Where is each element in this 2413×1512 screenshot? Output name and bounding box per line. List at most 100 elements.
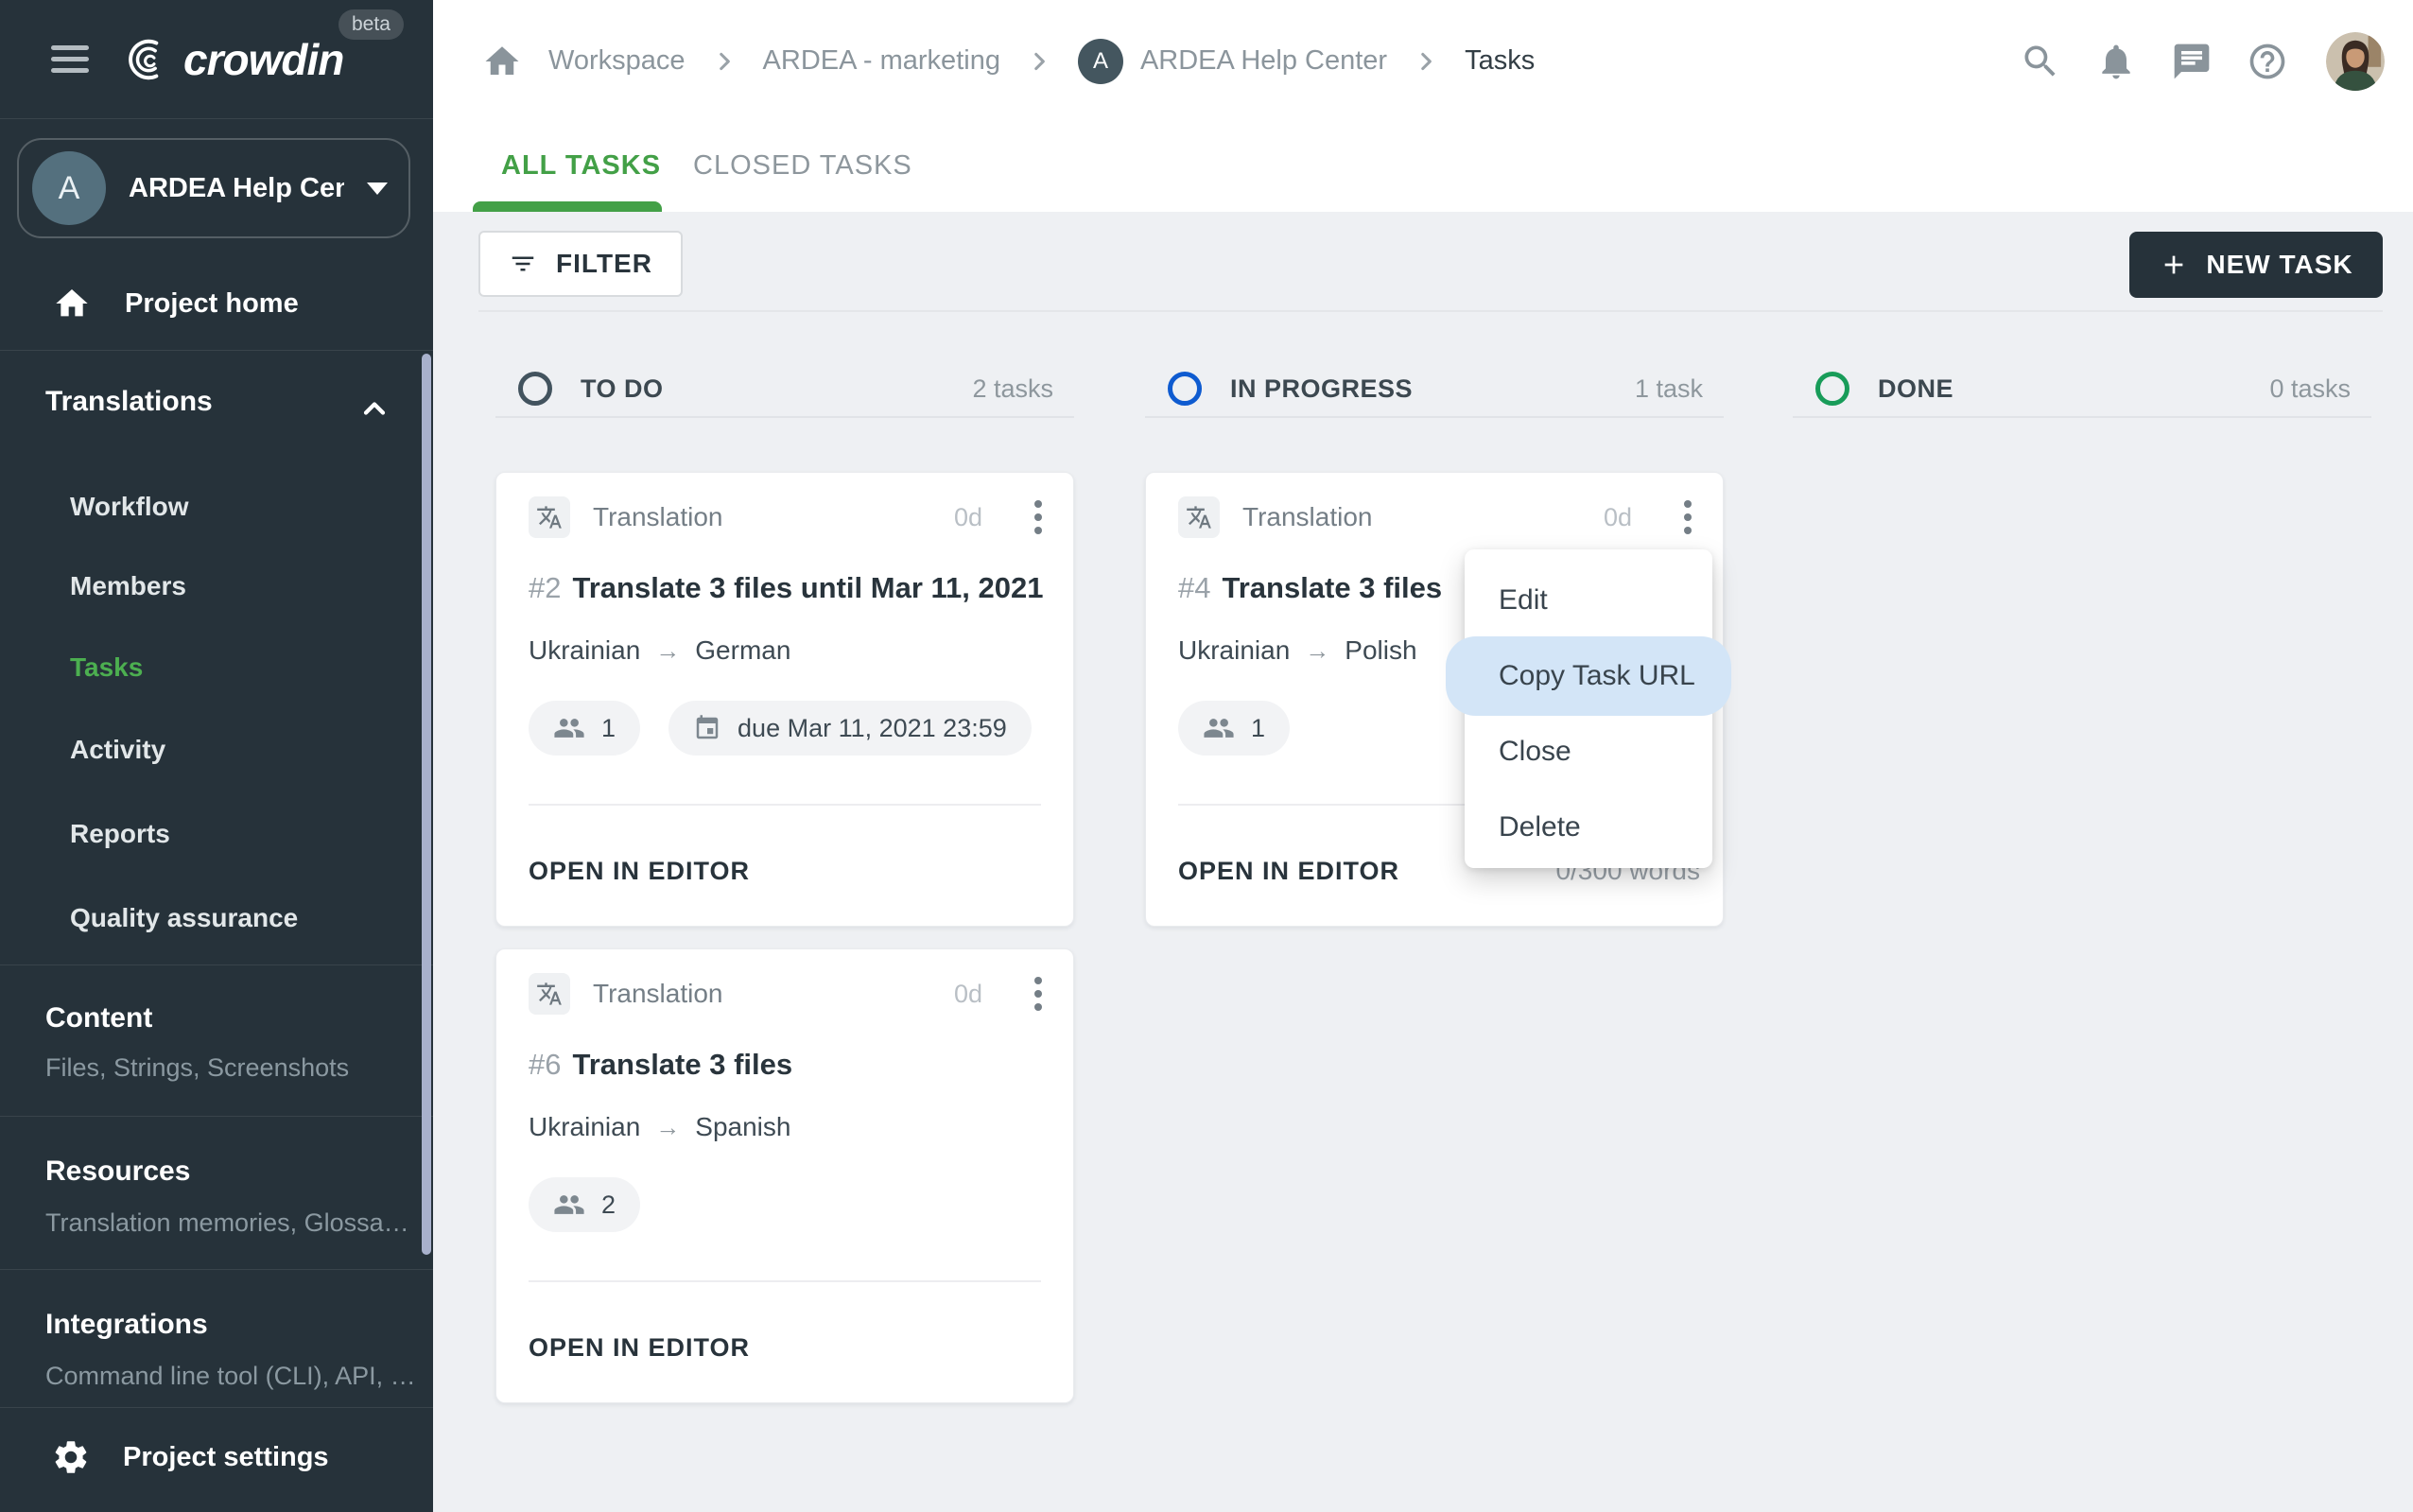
home-icon	[53, 285, 91, 322]
breadcrumb-workspace[interactable]: Workspace	[548, 45, 686, 77]
sidebar-item-tasks[interactable]: Tasks	[70, 652, 143, 683]
task-language-pair: Ukrainian → Spanish	[529, 1112, 790, 1142]
open-in-editor-link[interactable]: OPEN IN EDITOR	[1178, 857, 1399, 886]
tasks-board: FILTER NEW TASK TO DO 2 tasks IN PROGRES…	[433, 212, 2413, 1512]
task-title[interactable]: #2 Translate 3 files until Mar 11, 2021	[529, 571, 1045, 605]
assignees-count: 2	[601, 1190, 616, 1220]
sidebar-scrollbar[interactable]	[422, 354, 431, 1255]
column-todo: TO DO 2 tasks	[495, 212, 1074, 448]
beta-badge: beta	[339, 9, 404, 40]
chevron-right-icon	[1414, 49, 1438, 74]
menu-item-close[interactable]: Close	[1465, 714, 1712, 790]
chevron-up-icon[interactable]	[357, 391, 391, 426]
tab-all-tasks[interactable]: ALL TASKS	[501, 150, 661, 182]
due-date-chip[interactable]: due Mar 11, 2021 23:59	[668, 701, 1032, 756]
translation-icon	[529, 973, 570, 1015]
project-selector[interactable]: A ARDEA Help Cen…	[17, 138, 410, 238]
menu-item-delete[interactable]: Delete	[1465, 790, 1712, 865]
assignees-chip[interactable]: 2	[529, 1177, 640, 1232]
column-in-progress: IN PROGRESS 1 task	[1145, 212, 1724, 448]
breadcrumb-project-group[interactable]: ARDEA - marketing	[763, 45, 1000, 77]
search-icon[interactable]	[2020, 41, 2061, 82]
breadcrumb-project-avatar: A	[1078, 39, 1123, 84]
sidebar-divider	[0, 1116, 433, 1117]
assignees-chip[interactable]: 1	[529, 701, 640, 756]
task-age: 0d	[954, 503, 982, 532]
bell-icon[interactable]	[2095, 41, 2137, 82]
task-language-pair: Ukrainian → Polish	[1178, 635, 1417, 666]
column-done-header: DONE 0 tasks	[1815, 363, 2351, 414]
open-in-editor-link[interactable]: OPEN IN EDITOR	[529, 857, 750, 886]
task-type-label: Translation	[593, 979, 722, 1009]
done-status-icon	[1815, 372, 1849, 406]
sidebar-item-activity[interactable]: Activity	[70, 735, 165, 765]
task-title[interactable]: #6 Translate 3 files	[529, 1048, 1045, 1082]
sidebar-item-project-settings[interactable]: Project settings	[0, 1426, 433, 1488]
task-card-2[interactable]: Translation 0d #2 Translate 3 files until…	[495, 472, 1074, 927]
task-card-header: Translation 0d	[529, 496, 1045, 538]
sidebar-divider	[0, 350, 433, 351]
sidebar-item-members[interactable]: Members	[70, 571, 186, 601]
task-id: #4	[1178, 571, 1210, 604]
tasks-tabbar: ALL TASKS CLOSED TASKS	[433, 122, 2413, 212]
breadcrumb-project[interactable]: A ARDEA Help Center	[1078, 39, 1387, 84]
menu-item-edit[interactable]: Edit	[1465, 563, 1712, 638]
open-in-editor-link[interactable]: OPEN IN EDITOR	[529, 1333, 750, 1363]
task-card-header: Translation 0d	[529, 973, 1045, 1015]
gear-icon	[51, 1437, 91, 1477]
chevron-right-icon	[712, 49, 737, 74]
crowdin-logo-text: crowdin	[183, 34, 343, 85]
target-language: German	[695, 635, 790, 666]
sidebar-group-resources-subtitle: Translation memories, Glossa…	[45, 1208, 409, 1238]
todo-status-icon	[518, 372, 552, 406]
column-count: 2 tasks	[972, 374, 1053, 404]
sidebar-group-resources[interactable]: Resources	[45, 1156, 190, 1188]
task-card-6[interactable]: Translation 0d #6 Translate 3 files Ukrai…	[495, 948, 1074, 1403]
kebab-menu-icon[interactable]	[1032, 973, 1045, 1015]
sidebar-group-content-subtitle: Files, Strings, Screenshots	[45, 1053, 349, 1083]
task-type-label: Translation	[593, 502, 722, 532]
sidebar: crowdin beta A ARDEA Help Cen… Project h…	[0, 0, 433, 1512]
task-meta-chips: 1 due Mar 11, 2021 23:59	[529, 701, 1032, 756]
active-tab-indicator	[473, 201, 662, 212]
kebab-menu-icon[interactable]	[1681, 496, 1694, 538]
sidebar-group-translations[interactable]: Translations	[45, 386, 213, 418]
home-icon[interactable]	[482, 42, 522, 81]
crowdin-logo[interactable]: crowdin	[121, 34, 343, 85]
hamburger-menu-icon[interactable]	[51, 45, 89, 73]
column-name: DONE	[1878, 374, 1953, 404]
column-count: 1 task	[1635, 374, 1703, 404]
task-title-text: Translate 3 files	[572, 1048, 792, 1081]
task-id: #6	[529, 1048, 561, 1081]
sidebar-divider	[0, 1407, 433, 1408]
column-count: 0 tasks	[2269, 374, 2351, 404]
sidebar-item-quality-assurance[interactable]: Quality assurance	[70, 903, 298, 933]
tab-closed-tasks[interactable]: CLOSED TASKS	[693, 150, 912, 182]
column-in-progress-header: IN PROGRESS 1 task	[1168, 363, 1703, 414]
sidebar-item-project-home[interactable]: Project home	[0, 272, 433, 335]
source-language: Ukrainian	[529, 1112, 640, 1142]
chat-icon[interactable]	[2171, 41, 2213, 82]
project-avatar: A	[32, 151, 106, 225]
crowdin-logo-mark-icon	[121, 37, 174, 82]
column-todo-header: TO DO 2 tasks	[518, 363, 1053, 414]
task-id: #2	[529, 571, 561, 604]
task-meta-chips: 1	[1178, 701, 1290, 756]
sidebar-item-workflow[interactable]: Workflow	[70, 492, 188, 522]
due-date-text: due Mar 11, 2021 23:59	[738, 714, 1007, 743]
task-title-text: Translate 3 files	[1222, 571, 1442, 604]
task-card-footer: OPEN IN EDITOR	[529, 1324, 1050, 1371]
card-divider	[529, 804, 1041, 806]
sidebar-item-reports[interactable]: Reports	[70, 819, 170, 849]
task-title-text: Translate 3 files until Mar 11, 2021	[572, 571, 1043, 604]
sidebar-group-content[interactable]: Content	[45, 1002, 152, 1034]
menu-item-copy-task-url[interactable]: Copy Task URL	[1465, 638, 1712, 714]
sidebar-group-integrations[interactable]: Integrations	[45, 1309, 208, 1341]
column-divider	[495, 416, 1074, 418]
target-language: Spanish	[695, 1112, 790, 1142]
user-avatar[interactable]	[2326, 32, 2385, 91]
source-language: Ukrainian	[1178, 635, 1290, 666]
help-icon[interactable]	[2247, 41, 2288, 82]
assignees-chip[interactable]: 1	[1178, 701, 1290, 756]
kebab-menu-icon[interactable]	[1032, 496, 1045, 538]
